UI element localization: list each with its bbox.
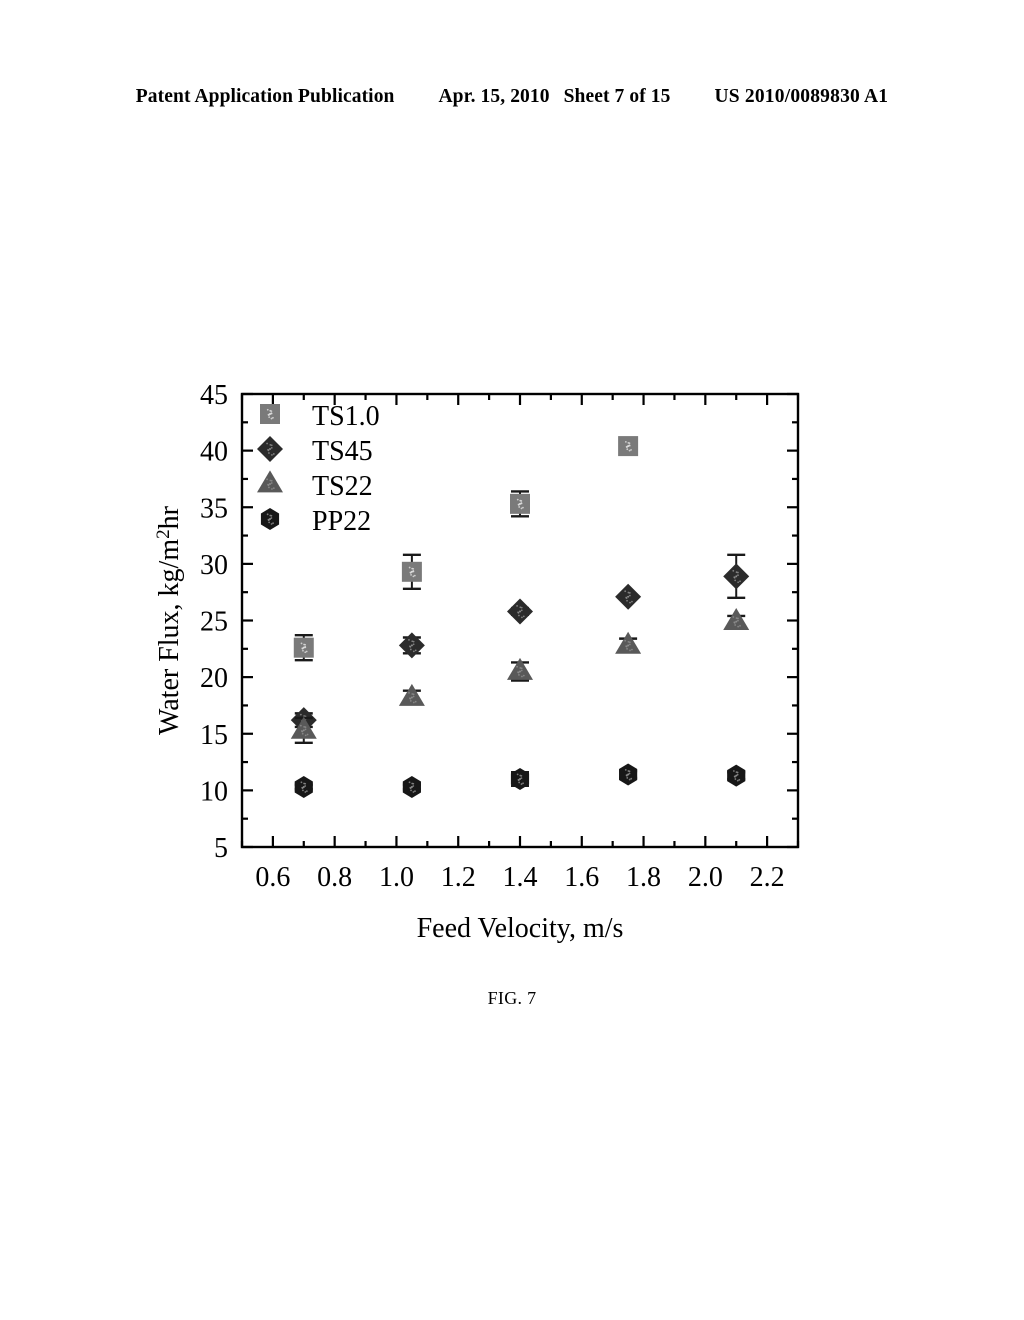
y-tick-label: 25 — [200, 607, 228, 638]
data-point — [401, 553, 422, 590]
x-tick-label: 1.2 — [441, 862, 476, 893]
x-tick-label: 0.8 — [317, 862, 352, 893]
data-point — [615, 631, 642, 654]
x-tick-label: 2.2 — [750, 862, 785, 893]
data-point — [510, 768, 530, 791]
y-tick-label: 35 — [200, 493, 228, 524]
y-tick-label: 10 — [200, 776, 228, 807]
x-axis-title: Feed Velocity, m/s — [417, 913, 624, 944]
series-TS22 — [290, 607, 750, 745]
x-tick-label: 1.6 — [564, 862, 599, 893]
x-tick-label: 2.0 — [688, 862, 723, 893]
y-tick-label: 40 — [200, 437, 228, 468]
legend-marker-PP22 — [260, 508, 280, 530]
y-tick-label: 5 — [214, 833, 228, 864]
series-TS45 — [290, 553, 750, 734]
y-axis-tick-labels: 5 10 15 20 25 30 35 40 45 — [200, 380, 228, 864]
data-point — [618, 436, 639, 457]
y-tick-label: 20 — [200, 663, 228, 694]
y-tick-label: 30 — [200, 550, 228, 581]
data-point — [507, 598, 533, 625]
data-point — [510, 490, 530, 518]
data-point — [294, 775, 313, 798]
y-axis-title: Water Flux, kg/m2hr — [153, 505, 185, 735]
legend-label-TS22: TS22 — [312, 471, 373, 502]
legend-label-PP22: PP22 — [312, 506, 371, 537]
figure-7-block: 0.6 0.8 1.0 1.2 1.4 1.6 1.8 2.0 2.2 5 10 15 20 25 30 3… — [0, 0, 1024, 1320]
series-TS1.0 — [293, 436, 639, 662]
legend-marker-TS45 — [257, 436, 283, 462]
data-point — [723, 553, 750, 600]
series-PP22 — [294, 763, 746, 798]
data-point — [619, 763, 638, 786]
chart-legend: TS1.0 TS45 TS22 PP22 — [257, 401, 380, 537]
data-point — [398, 683, 425, 706]
data-point — [402, 775, 421, 798]
x-tick-label: 1.4 — [503, 862, 538, 893]
figure-caption: FIG. 7 — [487, 988, 537, 1008]
data-point — [723, 607, 750, 630]
data-point — [615, 583, 642, 610]
legend-marker-TS22 — [257, 470, 283, 493]
legend-marker-TS1.0 — [260, 404, 280, 424]
data-point — [727, 764, 746, 787]
data-point — [293, 634, 314, 662]
legend-label-TS1.0: TS1.0 — [312, 401, 380, 432]
water-flux-scatter-chart: 0.6 0.8 1.0 1.2 1.4 1.6 1.8 2.0 2.2 5 10 15 20 25 30 3… — [153, 380, 800, 944]
legend-label-TS45: TS45 — [312, 436, 373, 467]
x-tick-label: 1.8 — [626, 862, 661, 893]
y-tick-label: 45 — [200, 380, 228, 411]
data-point — [507, 657, 533, 682]
x-axis-tick-labels: 0.6 0.8 1.0 1.2 1.4 1.6 1.8 2.0 2.2 — [255, 862, 784, 893]
x-tick-label: 0.6 — [255, 862, 290, 893]
data-point — [398, 632, 425, 659]
x-tick-label: 1.0 — [379, 862, 414, 893]
y-tick-label: 15 — [200, 720, 228, 751]
